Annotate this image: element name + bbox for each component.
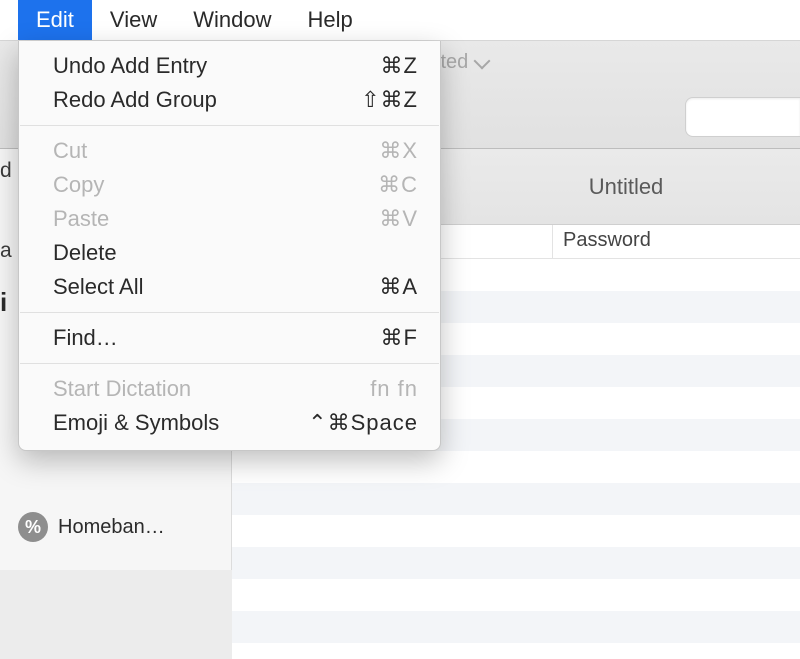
sidebar-fragment: d: [0, 159, 12, 183]
sidebar-item-homebanking[interactable]: % Homeban…: [0, 506, 231, 548]
menu-view[interactable]: View: [92, 0, 175, 40]
menu-item-start-dictation: Start Dictationfn fn: [19, 372, 440, 406]
menu-item-paste: Paste⌘V: [19, 202, 440, 236]
menu-help[interactable]: Help: [289, 0, 370, 40]
sidebar-fragment: i: [0, 287, 7, 318]
column-password[interactable]: Password: [552, 225, 800, 258]
sidebar-fragment: a: [0, 239, 12, 263]
menu-item-copy: Copy⌘C: [19, 168, 440, 202]
percent-icon: %: [18, 512, 48, 542]
menu-item-redo[interactable]: Redo Add Group⇧⌘Z: [19, 83, 440, 117]
menu-item-cut: Cut⌘X: [19, 134, 440, 168]
menu-window[interactable]: Window: [175, 0, 289, 40]
chevron-down-icon[interactable]: [474, 52, 491, 69]
menu-item-find[interactable]: Find…⌘F: [19, 321, 440, 355]
menu-bar: Edit View Window Help: [0, 0, 800, 41]
sidebar-item-label: Homeban…: [58, 516, 165, 539]
menu-item-undo[interactable]: Undo Add Entry⌘Z: [19, 49, 440, 83]
menu-item-delete[interactable]: Delete: [19, 236, 440, 270]
menu-item-emoji-symbols[interactable]: Emoji & Symbols⌃⌘Space: [19, 406, 440, 440]
menu-item-select-all[interactable]: Select All⌘A: [19, 270, 440, 304]
edit-menu-dropdown: Undo Add Entry⌘Z Redo Add Group⇧⌘Z Cut⌘X…: [18, 41, 441, 451]
menu-edit[interactable]: Edit: [18, 0, 92, 40]
search-input[interactable]: [685, 97, 800, 137]
